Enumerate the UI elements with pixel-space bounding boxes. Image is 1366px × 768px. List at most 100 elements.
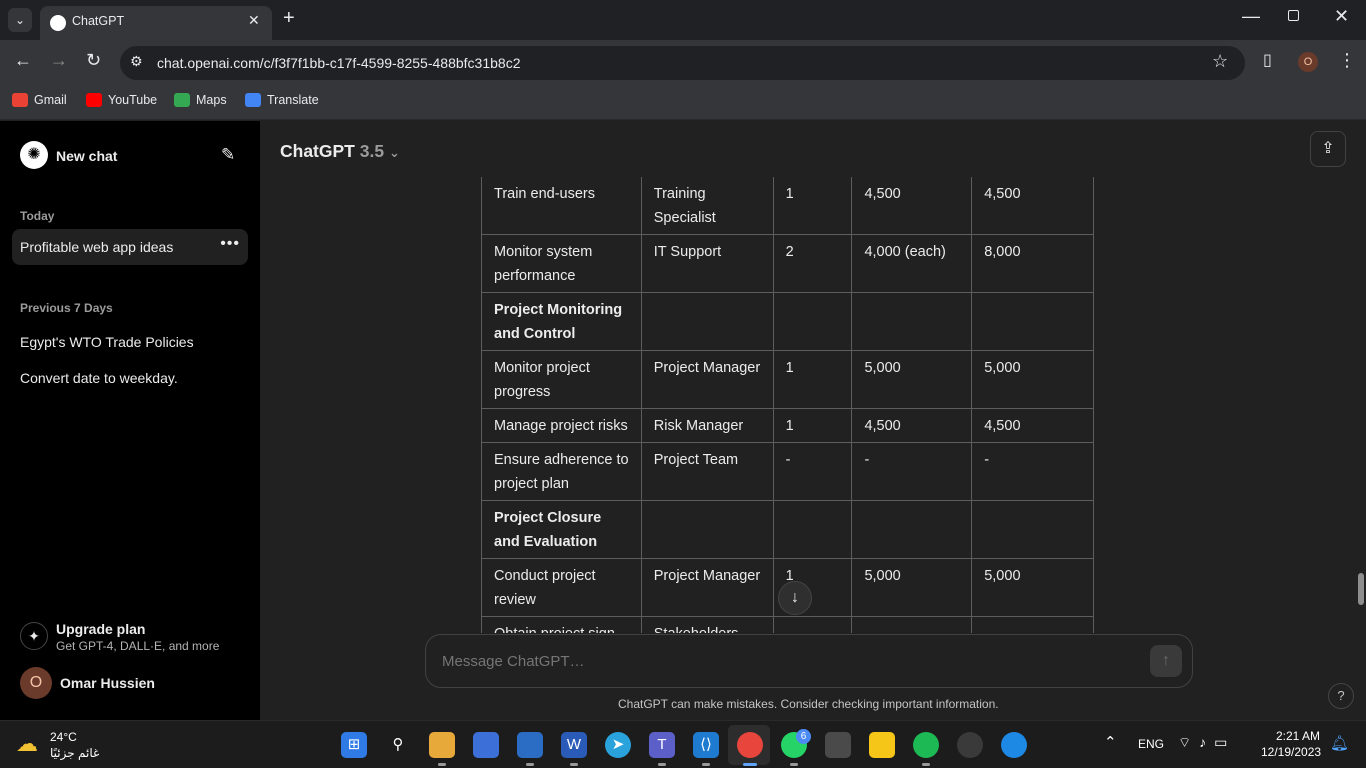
tab-search-chevron-icon[interactable]: ⌄ — [8, 8, 32, 32]
bookmark-label: Gmail — [34, 93, 67, 107]
table-cell — [640, 500, 774, 559]
table-cell: Project Manager — [640, 558, 774, 617]
snipping-tool-icon[interactable] — [825, 732, 851, 758]
edge-icon[interactable] — [1001, 732, 1027, 758]
table-cell — [772, 500, 853, 559]
table-cell: 2 — [772, 234, 853, 293]
store-icon[interactable] — [473, 732, 499, 758]
sidebar-item-chat[interactable]: Convert date to weekday. — [12, 360, 248, 396]
chat-title: Egypt's WTO Trade Policies — [20, 334, 194, 350]
tray-chevron-up-icon[interactable]: ⌃ — [1104, 733, 1117, 751]
table-cell: 4,000 (each) — [851, 234, 973, 293]
model-version: 3.5 — [359, 141, 385, 161]
table-cell: 8,000 — [971, 234, 1094, 293]
table-cell: 5,000 — [851, 558, 973, 617]
response-table-viewport: Train end-users Training Specialist 1 4,500… — [481, 177, 1095, 633]
tab-chatgpt[interactable]: ChatGPT ✕ — [40, 6, 272, 40]
avatar[interactable]: O — [20, 667, 52, 699]
windows-start-icon[interactable]: ⊞ — [341, 732, 367, 758]
more-options-icon[interactable]: ••• — [220, 235, 240, 253]
sidebar-item-chat[interactable]: Egypt's WTO Trade Policies — [12, 324, 248, 360]
obs-icon[interactable] — [957, 732, 983, 758]
bookmark-translate[interactable]: Translate — [245, 93, 319, 107]
user-name[interactable]: Omar Hussien — [60, 675, 155, 691]
table-cell: IT Support — [640, 234, 774, 293]
scroll-down-arrow-icon[interactable]: ↓ — [778, 581, 812, 615]
teams-icon[interactable]: T — [649, 732, 675, 766]
site-info-icon[interactable]: ⚙ — [130, 53, 143, 70]
model-selector[interactable]: ChatGPT 3.5 ⌄ — [280, 141, 400, 162]
bookmark-youtube[interactable]: YouTube — [86, 93, 157, 107]
sidebar-item-active-chat[interactable]: Profitable web app ideas ••• — [12, 229, 248, 265]
bookmark-maps[interactable]: Maps — [174, 93, 227, 107]
profile-avatar[interactable]: O — [1298, 52, 1318, 72]
table-cell: 1 — [772, 408, 853, 443]
search-icon[interactable]: ⚲ — [385, 732, 411, 758]
bookmarks-bar: Gmail YouTube Maps Translate — [0, 86, 1366, 120]
table-cell: 4,500 — [851, 177, 973, 235]
compose-icon[interactable]: ✎ — [221, 145, 235, 165]
window-close-icon[interactable]: ✕ — [1334, 6, 1349, 27]
table-cell: Monitor project progress — [481, 350, 642, 409]
gmail-icon — [12, 93, 28, 107]
word-icon[interactable]: W — [561, 732, 587, 766]
openai-logo-icon[interactable]: ✺ — [20, 141, 48, 169]
table-cell: 5,000 — [971, 350, 1094, 409]
table-cell: - — [971, 442, 1094, 501]
budget-table: Train end-users Training Specialist 1 4,500… — [481, 177, 1094, 633]
upgrade-plan-button[interactable]: Upgrade plan — [56, 621, 145, 637]
help-button[interactable]: ? — [1328, 683, 1354, 709]
vscode-icon[interactable]: ⟨⟩ — [693, 732, 719, 766]
table-cell: Obtain project sign- — [481, 616, 642, 633]
bookmark-gmail[interactable]: Gmail — [12, 93, 67, 107]
chrome-icon[interactable] — [737, 732, 763, 766]
table-cell: Training Specialist — [640, 177, 774, 235]
share-button[interactable]: ⇪ — [1310, 131, 1346, 167]
chatgpt-favicon-icon — [50, 15, 66, 31]
table-cell — [851, 292, 973, 351]
notification-bell-icon[interactable]: 🔔︎ — [1330, 734, 1349, 752]
side-panel-icon[interactable]: ▯ — [1263, 50, 1272, 70]
table-cell: Risk Manager — [640, 408, 774, 443]
back-icon[interactable]: ← — [14, 50, 32, 71]
telegram-icon[interactable]: ➤ — [605, 732, 631, 758]
clock-date[interactable]: 12/19/2023 — [1261, 745, 1321, 759]
table-cell: Monitor system performance — [481, 234, 642, 293]
bookmark-star-icon[interactable]: ☆ — [1212, 51, 1228, 72]
message-input[interactable] — [442, 653, 1122, 670]
scrollbar-thumb[interactable] — [1358, 573, 1364, 605]
spotify-icon[interactable] — [913, 732, 939, 766]
restore-icon[interactable] — [1288, 10, 1299, 21]
table-cell — [772, 292, 853, 351]
youtube-icon — [86, 93, 102, 107]
chat-title: Profitable web app ideas — [20, 239, 174, 255]
table-cell: 4,500 — [971, 177, 1094, 235]
send-button[interactable]: ↑ — [1150, 645, 1182, 677]
new-chat-button[interactable]: New chat — [56, 148, 117, 164]
sidebar: ✺ New chat ✎ Today Profitable web app id… — [0, 121, 260, 720]
url-text[interactable]: chat.openai.com/c/f3f7f1bb-c17f-4599-825… — [157, 55, 520, 71]
file-explorer-icon[interactable] — [429, 732, 455, 766]
sticky-notes-icon[interactable] — [869, 732, 895, 758]
tray-status-icons[interactable]: ⌔♪▭ — [1178, 734, 1235, 752]
table-cell: 5,000 — [971, 558, 1094, 617]
clock-time[interactable]: 2:21 AM — [1276, 729, 1320, 743]
table-row: Monitor project progress Project Manager 1… — [481, 350, 1094, 409]
new-tab-button[interactable]: + — [283, 7, 295, 30]
menu-kebab-icon[interactable]: ⋮ — [1338, 50, 1356, 71]
table-cell — [971, 500, 1094, 559]
minimize-icon[interactable]: — — [1242, 6, 1260, 27]
forward-icon[interactable]: → — [50, 50, 68, 71]
table-cell: Project Team — [640, 442, 774, 501]
reload-icon[interactable]: ↻ — [86, 50, 101, 71]
weather-temperature[interactable]: 24°C — [50, 730, 77, 744]
weather-icon[interactable]: ☁ — [16, 731, 38, 757]
input-language[interactable]: ENG — [1138, 737, 1164, 751]
tab-close-icon[interactable]: ✕ — [248, 12, 260, 29]
sparkle-icon[interactable]: ✦ — [20, 622, 48, 650]
weather-description[interactable]: غائم جزئيًا — [50, 746, 99, 760]
table-cell: Train end-users — [481, 177, 642, 235]
address-bar[interactable]: ⚙ chat.openai.com/c/f3f7f1bb-c17f-4599-8… — [120, 46, 1245, 80]
bookmark-label: Translate — [267, 93, 319, 107]
photos-app-icon[interactable] — [517, 732, 543, 766]
